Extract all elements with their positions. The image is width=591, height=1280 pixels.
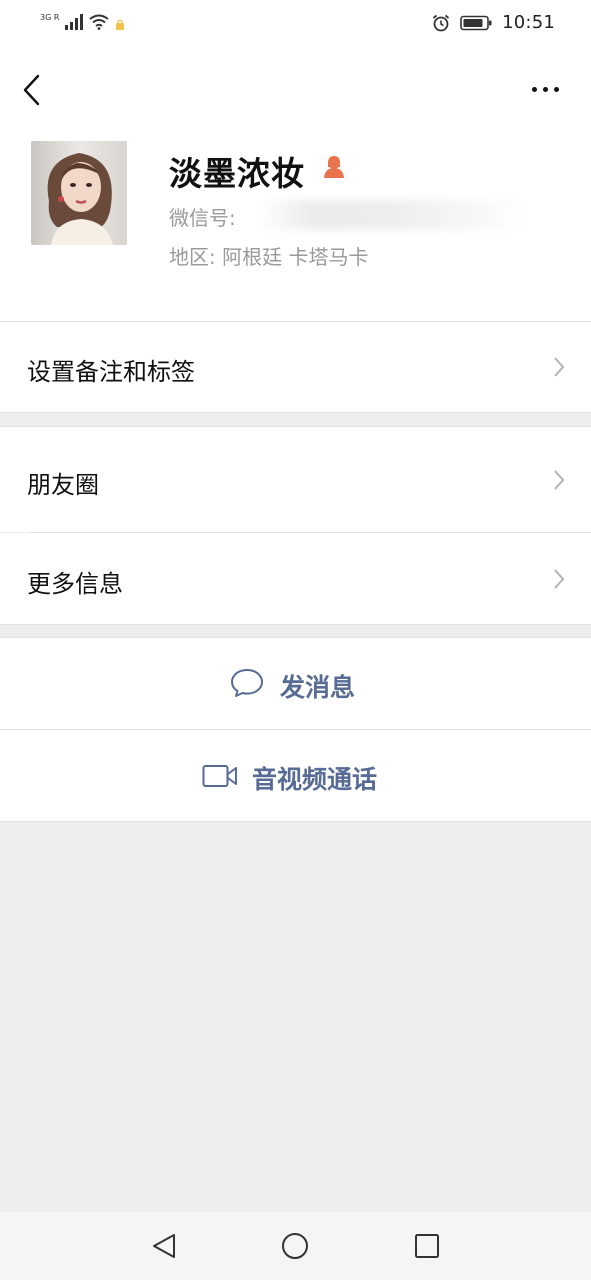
moments-row[interactable]: 朋友圈 xyxy=(0,427,591,532)
remark-tags-label: 设置备注和标签 xyxy=(27,358,195,386)
wechat-id-label: 微信号: xyxy=(169,206,236,230)
status-time: 10:51 xyxy=(502,12,555,33)
alarm-icon xyxy=(433,14,450,31)
avatar[interactable] xyxy=(31,141,127,245)
more-dot-icon xyxy=(553,86,559,92)
square-recents-icon[interactable] xyxy=(413,1232,441,1260)
chevron-right-icon xyxy=(554,569,565,589)
wechat-id-redacted xyxy=(258,200,528,230)
send-message-button[interactable]: 发消息 xyxy=(0,638,591,729)
network-type-label: 3G R xyxy=(40,13,60,22)
avatar-image xyxy=(31,141,127,245)
chat-bubble-icon xyxy=(231,669,263,697)
video-call-label: 音视频通话 xyxy=(252,765,378,794)
send-message-label: 发消息 xyxy=(280,673,356,702)
chevron-right-icon xyxy=(554,470,565,490)
chevron-right-icon xyxy=(554,357,565,377)
wifi-icon xyxy=(89,14,110,30)
region-label: 地区: 阿根廷 卡塔马卡 xyxy=(169,245,369,269)
lock-icon xyxy=(116,19,125,30)
back-icon[interactable] xyxy=(18,70,48,110)
video-camera-icon xyxy=(202,765,237,787)
contact-profile-page: 3G R 10:51 淡墨浓妆 微信号: 地区: 阿根廷 卡塔马卡 设置备注和标… xyxy=(0,0,591,1280)
divider xyxy=(0,412,591,413)
status-right: 10:51 xyxy=(432,12,555,33)
system-nav-bar xyxy=(0,1212,591,1280)
status-bar: 3G R 10:51 xyxy=(0,0,591,50)
more-dot-icon xyxy=(542,86,548,92)
triangle-back-icon[interactable] xyxy=(150,1232,178,1260)
female-icon xyxy=(324,156,344,178)
remark-tags-row[interactable]: 设置备注和标签 xyxy=(0,322,591,412)
more-info-label: 更多信息 xyxy=(27,570,123,598)
contact-name: 淡墨浓妆 xyxy=(169,154,305,193)
battery-icon xyxy=(460,15,492,30)
divider xyxy=(0,624,591,625)
more-options-button[interactable] xyxy=(527,78,563,100)
video-call-button[interactable]: 音视频通话 xyxy=(0,730,591,821)
moments-label: 朋友圈 xyxy=(27,471,99,499)
divider xyxy=(0,821,591,822)
more-dot-icon xyxy=(531,86,537,92)
profile-header: 淡墨浓妆 微信号: 地区: 阿根廷 卡塔马卡 xyxy=(0,50,591,322)
status-left: 3G R xyxy=(40,14,125,30)
signal-icon xyxy=(65,14,84,30)
circle-home-icon[interactable] xyxy=(281,1232,309,1260)
more-info-row[interactable]: 更多信息 xyxy=(0,533,591,624)
